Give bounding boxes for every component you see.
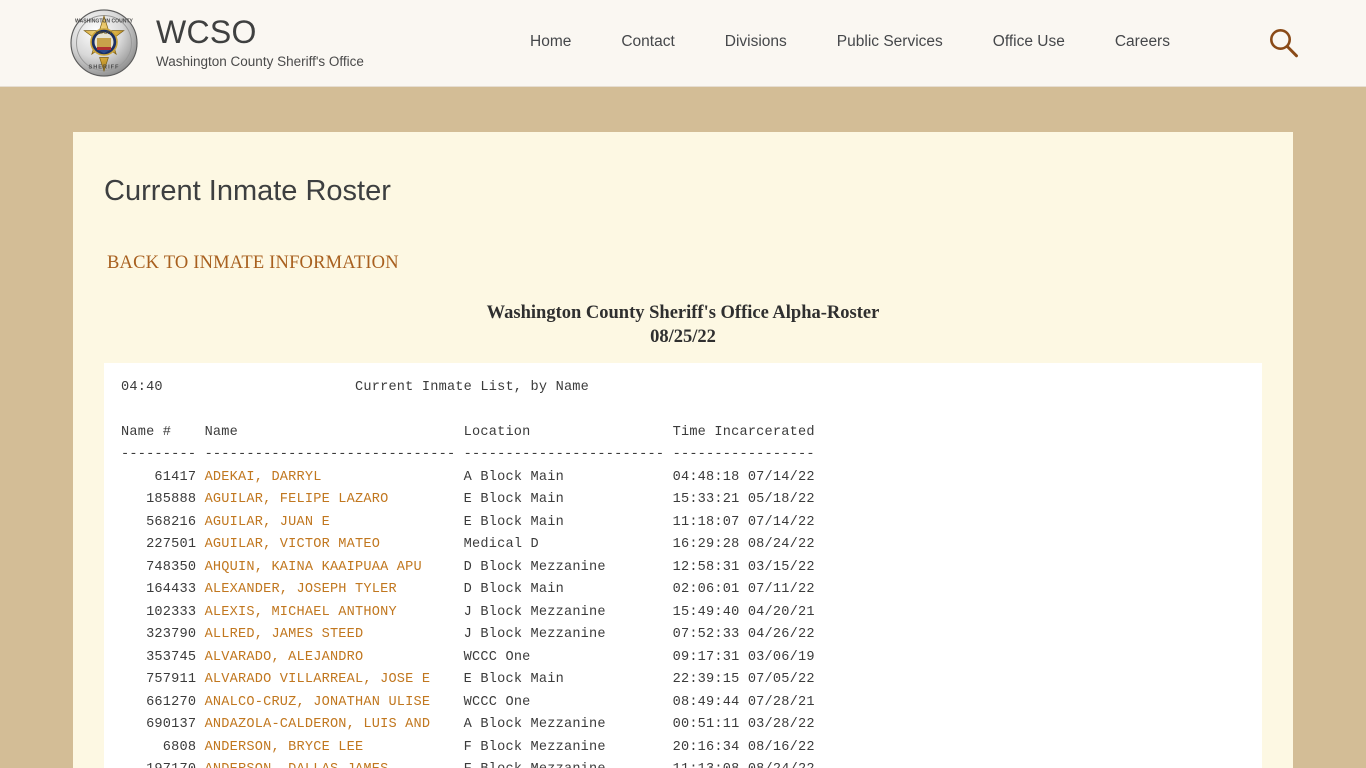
search-icon[interactable]: [1266, 26, 1300, 60]
roster-panel: 04:40 Current Inmate List, by Name Name …: [104, 362, 1262, 768]
content-card: Current Inmate Roster BACK TO INMATE INF…: [73, 132, 1293, 768]
nav-item-office-use[interactable]: Office Use: [968, 33, 1090, 51]
sheriff-badge-icon: WASHINGTON COUNTY SHERIFF DEPUTY: [70, 9, 138, 77]
page-title: Current Inmate Roster: [104, 175, 391, 207]
nav-item-divisions[interactable]: Divisions: [700, 33, 812, 51]
brand-title: WCSO: [156, 14, 257, 51]
brand[interactable]: WASHINGTON COUNTY SHERIFF DEPUTY WCSO Wa…: [70, 9, 364, 77]
nav-item-contact[interactable]: Contact: [596, 33, 699, 51]
roster-heading-line1: Washington County Sheriff's Office Alpha…: [486, 302, 880, 323]
back-to-inmate-information-link[interactable]: BACK TO INMATE INFORMATION: [107, 253, 399, 274]
main-navigation: Home Contact Divisions Public Services O…: [505, 33, 1195, 51]
svg-text:DEPUTY: DEPUTY: [96, 30, 113, 35]
nav-item-public-services[interactable]: Public Services: [812, 33, 968, 51]
roster-preformatted-text: 04:40 Current Inmate List, by Name Name …: [121, 379, 815, 768]
brand-subtitle: Washington County Sheriff's Office: [156, 53, 364, 69]
roster-heading-date: 08/25/22: [650, 327, 716, 348]
brand-text: WCSO Washington County Sheriff's Office: [156, 16, 364, 70]
nav-item-careers[interactable]: Careers: [1090, 33, 1195, 51]
nav-item-home[interactable]: Home: [505, 33, 596, 51]
roster-heading: Washington County Sheriff's Office Alpha…: [73, 301, 1293, 350]
svg-text:WASHINGTON COUNTY: WASHINGTON COUNTY: [75, 19, 134, 25]
svg-text:SHERIFF: SHERIFF: [89, 65, 120, 71]
page-body: Current Inmate Roster BACK TO INMATE INF…: [0, 87, 1366, 768]
site-header: WASHINGTON COUNTY SHERIFF DEPUTY WCSO Wa…: [0, 0, 1366, 87]
